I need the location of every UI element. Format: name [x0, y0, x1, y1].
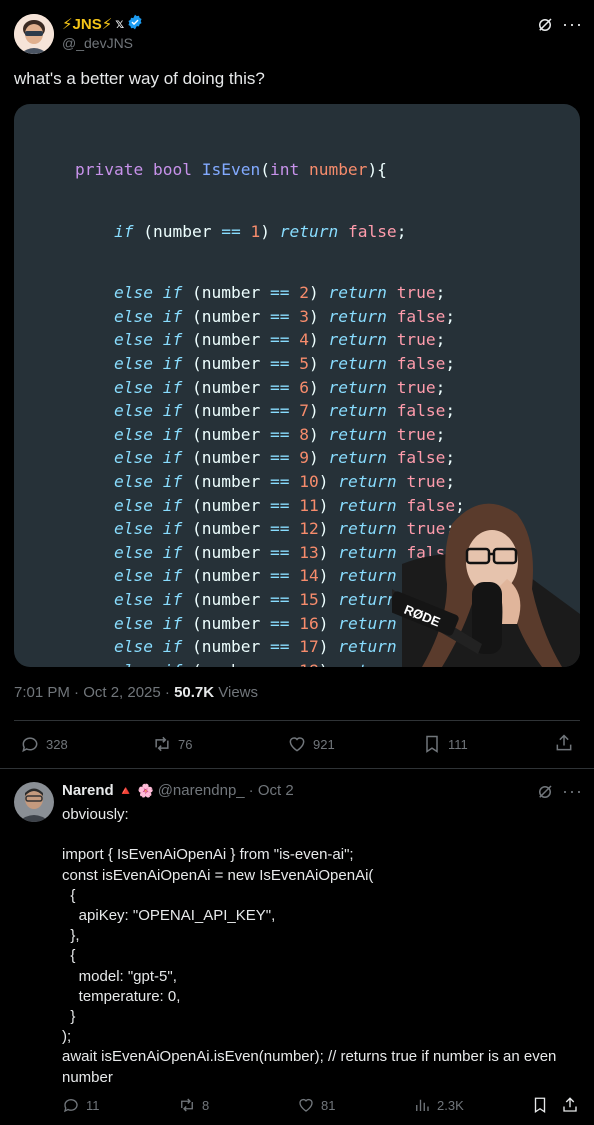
verified-icon	[127, 14, 143, 34]
repost-button[interactable]: 76	[152, 734, 192, 754]
reply-repost-count: 8	[202, 1097, 210, 1113]
code-line: else if (number == 10) return true;	[113, 471, 456, 491]
analytics-icon	[416, 1099, 429, 1111]
heart-icon	[289, 737, 305, 752]
post-timestamp[interactable]: 7:01 PM · Oct 2, 2025 ·	[14, 684, 174, 701]
reply-button[interactable]: 328	[20, 734, 68, 754]
reply-share-button[interactable]	[561, 1096, 579, 1114]
code-line: else if (number == 6) return true;	[113, 377, 446, 397]
bookmark-button[interactable]: 111	[422, 734, 468, 754]
like-count: 921	[313, 736, 335, 752]
share-icon	[563, 1097, 577, 1112]
reply-author-handle[interactable]: @narendnp_	[158, 782, 245, 799]
streamer-webcam-overlay: RØDE	[387, 494, 580, 667]
code-signature-line: private bool IsEven(int number){	[75, 160, 387, 179]
author-avatar[interactable]	[14, 14, 54, 54]
repost-icon	[155, 736, 169, 752]
bookmark-icon	[426, 735, 438, 753]
reply-date[interactable]: · Oct 2	[249, 782, 294, 799]
code-line: else if (number == 8) return true;	[113, 424, 446, 444]
post-text: what's a better way of doing this?	[14, 69, 265, 88]
code-line: else if (number == 3) return false;	[113, 306, 456, 326]
reply-author-name[interactable]: Narend	[62, 782, 114, 799]
grok-icon[interactable]	[536, 783, 554, 806]
reply-views-button[interactable]: 2.3K	[413, 1096, 464, 1114]
divider	[14, 720, 580, 721]
repost-icon	[181, 1098, 193, 1112]
like-button[interactable]: 921	[287, 734, 335, 754]
repost-count: 76	[178, 736, 193, 752]
author-name-text: ⚡JNS⚡	[62, 16, 113, 33]
more-options-icon[interactable]: ···	[562, 14, 583, 35]
share-icon	[556, 734, 572, 751]
reply-like-button[interactable]: 81	[297, 1096, 335, 1114]
reply-count: 328	[46, 736, 68, 752]
bookmark-icon	[534, 1097, 546, 1114]
share-button[interactable]	[554, 733, 574, 753]
reply-bookmark-button[interactable]	[531, 1096, 549, 1114]
post-meta: 7:01 PM · Oct 2, 2025 · 50.7K Views	[14, 684, 258, 701]
grok-icon[interactable]	[536, 16, 554, 39]
reply-icon	[63, 1099, 78, 1113]
code-line: else if (number == 2) return true;	[113, 283, 446, 303]
affiliate-badge: 𝕩	[115, 16, 125, 31]
more-options-icon[interactable]: ···	[562, 781, 583, 802]
reply-author-emoji: 🔺 🌸	[117, 782, 154, 798]
reply-header: Narend 🔺 🌸 @narendnp_ · Oct 2	[62, 782, 294, 799]
author-handle[interactable]: @_devJNS	[62, 35, 133, 51]
heart-icon	[299, 1098, 313, 1112]
bookmark-count: 111	[448, 736, 468, 752]
reply-reply-count: 11	[86, 1097, 100, 1113]
reply-repost-button[interactable]: 8	[178, 1096, 209, 1114]
post-image[interactable]: private bool IsEven(int number){ if (num…	[14, 104, 580, 667]
divider	[0, 768, 594, 769]
reply-like-count: 81	[321, 1097, 336, 1113]
code-line: if (number == 1) return false;	[113, 221, 407, 241]
reply-avatar[interactable]	[14, 782, 54, 822]
views-count: 50.7K	[174, 684, 215, 701]
reply-text: obviously: import { IsEvenAiOpenAi } fro…	[62, 806, 557, 1086]
reply-icon	[22, 737, 38, 753]
views-label: Views	[214, 684, 259, 701]
author-name[interactable]: ⚡JNS⚡ 𝕩	[62, 14, 143, 34]
code-line: else if (number == 7) return false;	[113, 401, 456, 421]
reply-views-count: 2.3K	[437, 1097, 464, 1113]
code-line: else if (number == 5) return false;	[113, 353, 456, 373]
code-line: else if (number == 9) return false;	[113, 448, 456, 468]
code-line: else if (number == 4) return true;	[113, 330, 446, 350]
reply-reply-button[interactable]: 11	[62, 1096, 100, 1114]
